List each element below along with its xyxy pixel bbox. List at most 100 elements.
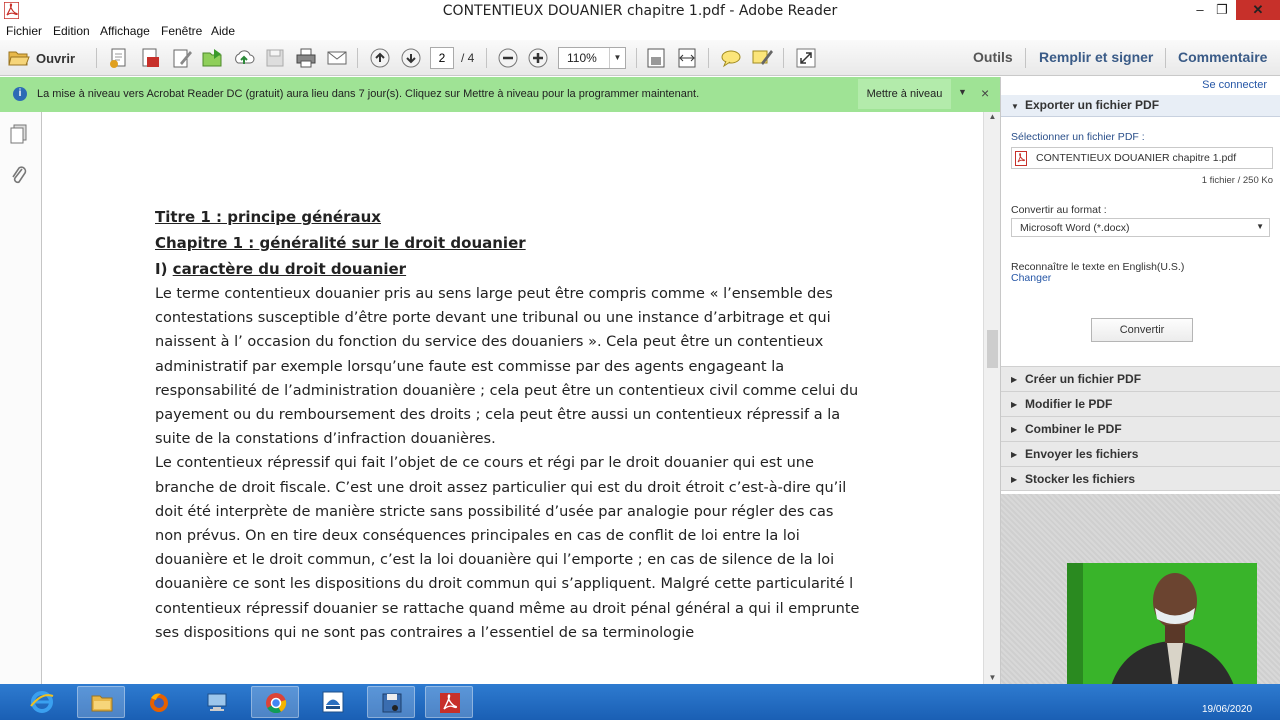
document-view[interactable]: Titre 1 : principe généraux Chapitre 1 :… bbox=[43, 112, 981, 684]
highlight-icon[interactable] bbox=[751, 47, 773, 69]
next-page-icon[interactable] bbox=[400, 47, 422, 69]
floppy-disk-icon bbox=[382, 693, 402, 713]
page-thumbnails-icon[interactable] bbox=[9, 124, 29, 144]
taskbar-file-explorer[interactable] bbox=[77, 686, 125, 718]
paragraph: Le terme contentieux douanier pris au se… bbox=[155, 286, 859, 448]
select-file-label: Sélectionner un fichier PDF : bbox=[1011, 131, 1145, 143]
upgrade-button[interactable]: Mettre à niveau bbox=[858, 79, 951, 109]
comment-icon[interactable] bbox=[720, 47, 742, 69]
taskbar-media-app[interactable] bbox=[367, 686, 415, 718]
scrollbar-thumb[interactable] bbox=[987, 330, 998, 368]
paragraph: Le contentieux répressif qui fait l’obje… bbox=[155, 455, 860, 641]
left-navigation-pane bbox=[0, 112, 42, 684]
close-button[interactable]: ✕ bbox=[1236, 0, 1280, 20]
fill-sign-button[interactable]: Remplir et signer bbox=[1039, 49, 1153, 65]
tools-button[interactable]: Outils bbox=[973, 49, 1013, 65]
cloud-upload-icon[interactable] bbox=[233, 47, 255, 69]
fit-width-icon[interactable] bbox=[676, 47, 698, 69]
open-button[interactable]: Ouvrir bbox=[8, 47, 75, 69]
toolbar-separator bbox=[1165, 48, 1166, 68]
toolbar-separator bbox=[783, 48, 784, 68]
heading-title: Titre 1 : principe généraux bbox=[155, 204, 865, 230]
taskbar-chrome[interactable] bbox=[251, 686, 299, 718]
heading-section-prefix: I) bbox=[155, 260, 173, 278]
taskbar-date: 19/06/2020 bbox=[1202, 704, 1253, 715]
save-icon[interactable] bbox=[264, 47, 286, 69]
selected-file-field[interactable]: CONTENTIEUX DOUANIER chapitre 1.pdf bbox=[1011, 147, 1273, 169]
folder-share-icon[interactable] bbox=[202, 47, 224, 69]
pdf-page-content: Titre 1 : principe généraux Chapitre 1 :… bbox=[155, 204, 865, 645]
convert-format-label: Convertir au format : bbox=[1011, 204, 1107, 216]
taskbar-firefox[interactable] bbox=[135, 686, 183, 718]
create-pdf-icon[interactable] bbox=[108, 47, 130, 69]
vertical-scrollbar[interactable]: ▲ ▼ bbox=[983, 112, 1000, 684]
comment-button[interactable]: Commentaire bbox=[1178, 49, 1267, 65]
export-pdf-section-header[interactable]: ▼ Exporter un fichier PDF bbox=[1001, 95, 1280, 117]
email-icon[interactable] bbox=[326, 47, 348, 69]
create-pdf-section[interactable]: ▶ Créer un fichier PDF bbox=[1001, 366, 1280, 391]
store-files-section[interactable]: ▶ Stocker les fichiers bbox=[1001, 466, 1280, 491]
zoom-select[interactable]: 110% ▼ bbox=[558, 47, 626, 69]
menu-bar: Fichier Edition Affichage Fenêtre Aide bbox=[0, 22, 1280, 40]
taskbar-adobe-reader[interactable] bbox=[425, 686, 473, 718]
menu-edition[interactable]: Edition bbox=[53, 24, 90, 38]
zoom-in-icon[interactable] bbox=[527, 47, 549, 69]
send-files-section[interactable]: ▶ Envoyer les fichiers bbox=[1001, 441, 1280, 466]
folder-open-icon bbox=[8, 51, 30, 66]
attachments-paperclip-icon[interactable] bbox=[9, 164, 29, 186]
print-icon[interactable] bbox=[295, 47, 317, 69]
previous-page-icon[interactable] bbox=[369, 47, 391, 69]
triangle-right-icon: ▶ bbox=[1011, 375, 1018, 384]
heading-section-text: caractère du droit douanier bbox=[172, 260, 407, 278]
menu-affichage[interactable]: Affichage bbox=[100, 24, 150, 38]
triangle-right-icon: ▶ bbox=[1011, 425, 1018, 434]
toolbar-separator bbox=[1025, 48, 1026, 68]
notification-close-button[interactable]: × bbox=[981, 85, 989, 101]
section-label: Combiner le PDF bbox=[1025, 422, 1122, 436]
sign-in-link[interactable]: Se connecter bbox=[1001, 77, 1280, 95]
expand-icon[interactable] bbox=[795, 47, 817, 69]
internet-explorer-icon bbox=[30, 691, 54, 713]
open-label: Ouvrir bbox=[36, 50, 76, 66]
file-explorer-icon bbox=[91, 695, 113, 712]
adobe-reader-window: CONTENTIEUX DOUANIER chapitre 1.pdf - Ad… bbox=[0, 0, 1280, 720]
taskbar-app[interactable] bbox=[309, 686, 357, 718]
menu-aide[interactable]: Aide bbox=[211, 24, 235, 38]
edit-pdf-section[interactable]: ▶ Modifier le PDF bbox=[1001, 391, 1280, 416]
toolbar-separator bbox=[708, 48, 709, 68]
toolbar: Ouvrir 2 / 4 110% ▼ Outils Remplir et si… bbox=[0, 40, 1280, 76]
toolbar-separator bbox=[636, 48, 637, 68]
change-language-link[interactable]: Changer bbox=[1011, 272, 1051, 284]
scroll-up-arrow-icon[interactable]: ▲ bbox=[984, 112, 1001, 121]
triangle-down-icon: ▼ bbox=[1011, 102, 1019, 111]
title-bar: CONTENTIEUX DOUANIER chapitre 1.pdf - Ad… bbox=[0, 0, 1280, 22]
toolbar-separator bbox=[357, 48, 358, 68]
convert-button[interactable]: Convertir bbox=[1091, 318, 1193, 342]
maximize-button[interactable]: ❐ bbox=[1207, 0, 1237, 20]
window-title: CONTENTIEUX DOUANIER chapitre 1.pdf - Ad… bbox=[442, 3, 838, 19]
taskbar-network-app[interactable] bbox=[193, 686, 241, 718]
fit-page-icon[interactable] bbox=[645, 47, 667, 69]
menu-fichier[interactable]: Fichier bbox=[6, 24, 42, 38]
edit-pdf-icon[interactable] bbox=[171, 47, 193, 69]
format-value: Microsoft Word (*.docx) bbox=[1020, 222, 1130, 234]
chevron-down-icon[interactable]: ▼ bbox=[958, 87, 967, 97]
section-label: Envoyer les fichiers bbox=[1025, 447, 1139, 461]
file-count: 1 fichier / 250 Ko bbox=[1201, 175, 1273, 186]
windows-taskbar: 19/06/2020 bbox=[0, 684, 1280, 720]
taskbar-internet-explorer[interactable] bbox=[18, 686, 66, 718]
zoom-out-icon[interactable] bbox=[497, 47, 519, 69]
scroll-down-arrow-icon[interactable]: ▼ bbox=[984, 673, 1001, 682]
triangle-right-icon: ▶ bbox=[1011, 400, 1018, 409]
section-label: Créer un fichier PDF bbox=[1025, 372, 1142, 386]
combine-pdf-section[interactable]: ▶ Combiner le PDF bbox=[1001, 416, 1280, 441]
chevron-down-icon: ▼ bbox=[1256, 222, 1264, 231]
format-select[interactable]: Microsoft Word (*.docx) ▼ bbox=[1011, 218, 1270, 237]
page-total: / 4 bbox=[461, 51, 475, 65]
page-number-input[interactable]: 2 bbox=[430, 47, 454, 69]
zoom-value: 110% bbox=[567, 51, 597, 65]
pdf-file-icon bbox=[1015, 151, 1027, 166]
selected-file-name: CONTENTIEUX DOUANIER chapitre 1.pdf bbox=[1036, 152, 1237, 164]
menu-fenetre[interactable]: Fenêtre bbox=[161, 24, 202, 38]
export-pdf-icon[interactable] bbox=[139, 47, 161, 69]
